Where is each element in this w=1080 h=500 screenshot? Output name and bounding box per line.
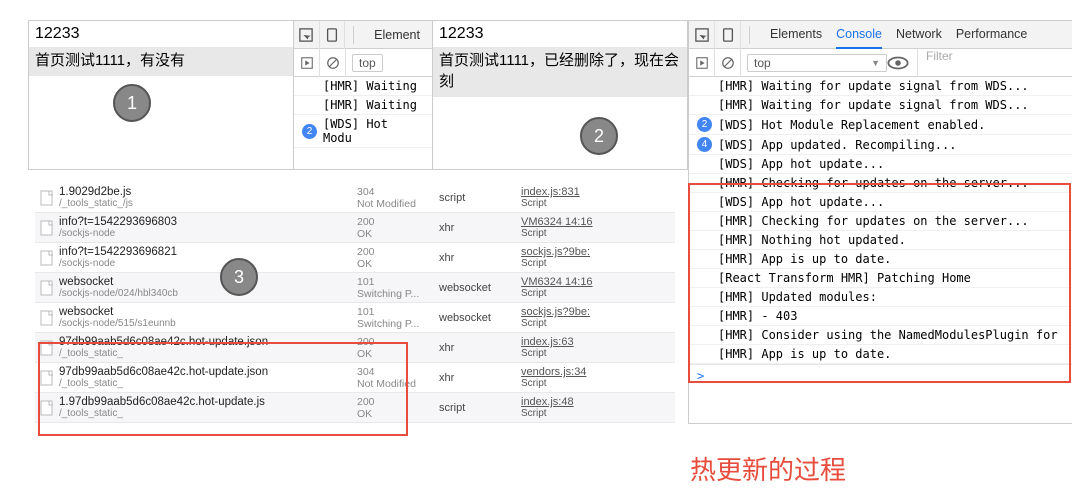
context-select-1[interactable]: top (352, 54, 383, 72)
file-icon (39, 310, 55, 326)
tab-performance[interactable]: Performance (956, 21, 1028, 49)
tab-elements-1[interactable]: Element (374, 22, 420, 48)
inspect-icon[interactable] (689, 21, 715, 49)
play-icon[interactable] (294, 49, 320, 77)
tab-network[interactable]: Network (896, 21, 942, 49)
live-expr-icon[interactable] (887, 52, 909, 74)
play-icon[interactable] (689, 49, 715, 77)
annotation-badge-1: 1 (113, 84, 151, 122)
clear-icon[interactable] (715, 49, 741, 77)
inspect-icon[interactable] (294, 21, 320, 49)
devtools-pane-1: Element top [HMR] Waiting [HMR] Waiting … (293, 20, 433, 170)
log-line: [HMR] Waiting (294, 96, 432, 115)
browser-pane-2: 12233 首页测试1111，已经删除了，现在会刻 (432, 20, 688, 170)
annotation-badge-3: 3 (220, 258, 258, 296)
log-line: 4[WDS] App updated. Recompiling... (689, 135, 1072, 155)
devtools-tabbar-1: Element (294, 21, 432, 49)
file-icon (39, 220, 55, 236)
filter-input[interactable]: Filter (917, 49, 953, 77)
network-row[interactable]: info?t=1542293696821/sockjs-node200OKxhr… (35, 243, 675, 273)
log-line: [WDS] App hot update... (689, 155, 1072, 174)
highlight-box-network (38, 342, 408, 436)
network-row[interactable]: websocket/sockjs-node/515/s1eunnb101Swit… (35, 303, 675, 333)
caption-text: 热更新的过程 (690, 450, 846, 487)
chevron-down-icon: ▼ (871, 58, 880, 68)
clear-icon[interactable] (320, 49, 346, 77)
file-icon (39, 250, 55, 266)
file-icon (39, 280, 55, 296)
log-line: 2[WDS] Hot Modu (294, 115, 432, 148)
log-line: [HMR] Waiting for update signal from WDS… (689, 96, 1072, 115)
file-icon (39, 190, 55, 206)
page-subtitle-2: 首页测试1111，已经删除了，现在会刻 (433, 47, 687, 97)
tab-elements[interactable]: Elements (770, 21, 822, 49)
highlight-box-logs (688, 183, 1071, 383)
annotation-badge-2: 2 (580, 117, 618, 155)
log-line: [HMR] Waiting (294, 77, 432, 96)
log-line: 2[WDS] Hot Module Replacement enabled. (689, 115, 1072, 135)
console-ctrlbar-1: top (294, 49, 432, 77)
console-logs-1: [HMR] Waiting [HMR] Waiting 2[WDS] Hot M… (294, 77, 432, 148)
device-toggle-icon[interactable] (715, 21, 741, 49)
device-toggle-icon[interactable] (320, 21, 346, 49)
devtools-tabbar-2: Elements Console Network Performance (689, 21, 1072, 49)
page-title-2: 12233 (433, 21, 687, 47)
network-row[interactable]: info?t=1542293696803/sockjs-node200OKxhr… (35, 213, 675, 243)
tab-console[interactable]: Console (836, 21, 882, 49)
log-line: [HMR] Waiting for update signal from WDS… (689, 77, 1072, 96)
network-row[interactable]: websocket/sockjs-node/024/hbl340cb101Swi… (35, 273, 675, 303)
context-select-2[interactable]: top▼ (747, 54, 887, 72)
network-row[interactable]: 1.9029d2be.js/_tools_static_/js304Not Mo… (35, 183, 675, 213)
console-ctrlbar-2: top▼ Filter (689, 49, 1072, 77)
